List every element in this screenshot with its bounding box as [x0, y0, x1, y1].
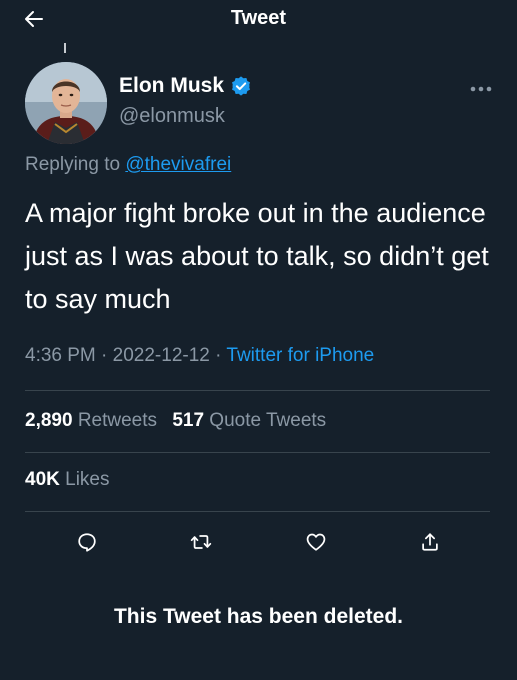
replying-to: Replying to @thevivafrei — [25, 154, 231, 176]
quote-tweets-stat[interactable]: 517 Quote Tweets — [172, 410, 326, 431]
like-button[interactable] — [301, 527, 331, 557]
replying-to-label: Replying to — [25, 154, 121, 175]
tweet-source-link[interactable]: Twitter for iPhone — [226, 345, 374, 366]
tweet-time: 4:36 PM — [25, 345, 96, 366]
tweet-text: A major fight broke out in the audience … — [25, 198, 489, 314]
meta-separator: · — [209, 345, 227, 366]
retweet-button[interactable] — [186, 527, 216, 557]
quote-tweets-label: Quote Tweets — [209, 410, 327, 431]
likes-count: 40K — [25, 469, 60, 490]
likes-label: Likes — [65, 469, 110, 490]
retweets-label: Retweets — [77, 410, 158, 431]
stats-likes-row: 40K Likes — [25, 469, 120, 491]
retweets-count: 2,890 — [25, 410, 73, 431]
share-icon — [422, 533, 438, 551]
heart-icon — [306, 533, 326, 551]
tweet-deleted-notice: This Tweet has been deleted. — [113, 605, 404, 628]
retweets-stat[interactable]: 2,890 Retweets — [25, 410, 157, 431]
likes-stat[interactable]: 40K Likes — [25, 469, 110, 490]
page-title: Tweet — [230, 7, 287, 29]
tweet-date: 2022-12-12 — [112, 345, 210, 366]
author-name-row[interactable]: Elon Musk — [119, 74, 252, 98]
share-button[interactable] — [415, 527, 445, 557]
top-bar: Tweet — [0, 0, 517, 40]
tweet-actions — [0, 527, 517, 557]
author-name: Elon Musk — [119, 74, 225, 97]
avatar[interactable] — [25, 62, 107, 144]
author-handle[interactable]: @elonmusk — [119, 105, 225, 128]
more-horizontal-icon — [470, 86, 492, 92]
verified-badge-icon — [231, 76, 251, 96]
more-options-button[interactable] — [466, 80, 496, 98]
comment-icon — [78, 533, 96, 552]
reply-target-link[interactable]: @thevivafrei — [125, 154, 231, 175]
quote-tweets-count: 517 — [172, 410, 205, 431]
stats-retweets-row: 2,890 Retweets 517 Quote Tweets — [25, 410, 336, 432]
reply-button[interactable] — [72, 527, 102, 557]
avatar-image — [25, 62, 107, 144]
thread-connector — [64, 43, 66, 53]
retweet-icon — [190, 535, 212, 549]
tweet-meta: 4:36 PM · 2022-12-12 · Twitter for iPhon… — [25, 345, 374, 367]
divider — [25, 452, 490, 453]
divider — [25, 390, 490, 391]
meta-separator: · — [95, 345, 113, 366]
divider — [25, 511, 490, 512]
